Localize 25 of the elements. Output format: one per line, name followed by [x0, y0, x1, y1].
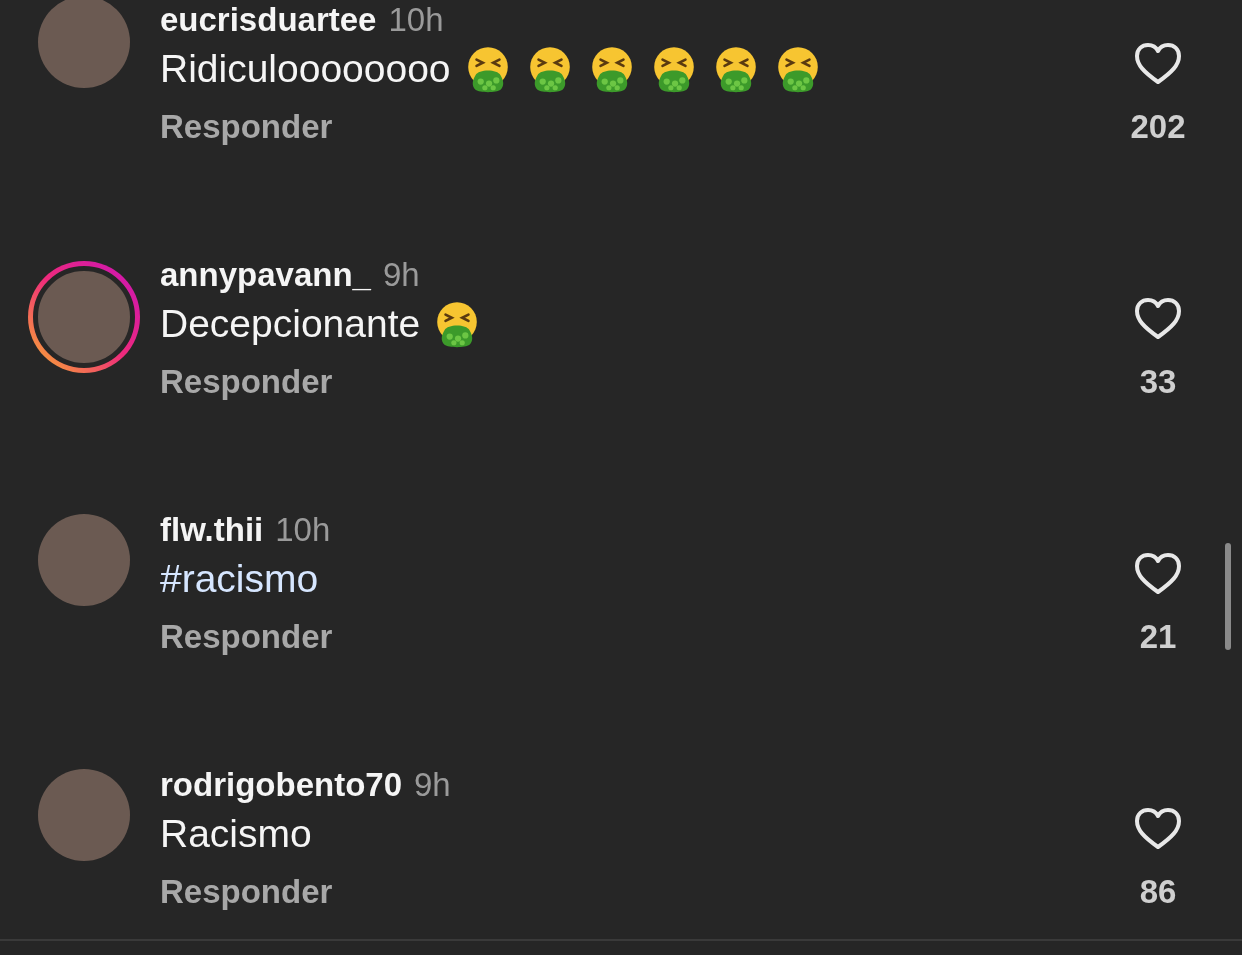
username[interactable]: rodrigobento70 [160, 765, 402, 805]
username[interactable]: eucrisduartee [160, 0, 377, 40]
comment-time: 9h [414, 765, 451, 805]
hashtag-link[interactable]: #racismo [160, 557, 319, 601]
heart-icon[interactable] [1134, 42, 1182, 86]
like-count: 33 [1139, 363, 1177, 401]
username[interactable]: annypavann_ [160, 255, 371, 295]
comment-text: Ridiculoooooooo [160, 47, 451, 91]
username[interactable]: flw.thii [160, 510, 264, 550]
like-count: 202 [1130, 108, 1186, 146]
like-count: 86 [1139, 873, 1177, 911]
reply-link[interactable]: Responder [160, 363, 333, 401]
comment-time: 10h [275, 510, 331, 550]
reply-link[interactable]: Responder [160, 873, 333, 911]
like-count: 21 [1139, 618, 1177, 656]
reply-link[interactable]: Responder [160, 108, 333, 146]
heart-icon[interactable] [1134, 552, 1182, 596]
heart-icon[interactable] [1134, 807, 1182, 851]
comment-text: Racismo [160, 812, 312, 856]
comment-time: 9h [382, 255, 420, 295]
reply-link[interactable]: Responder [160, 618, 333, 656]
comment-time: 10h [388, 0, 444, 40]
heart-icon[interactable] [1134, 297, 1182, 341]
comment-text: Decepcionante [160, 302, 421, 346]
scrollbar[interactable] [1225, 543, 1231, 650]
